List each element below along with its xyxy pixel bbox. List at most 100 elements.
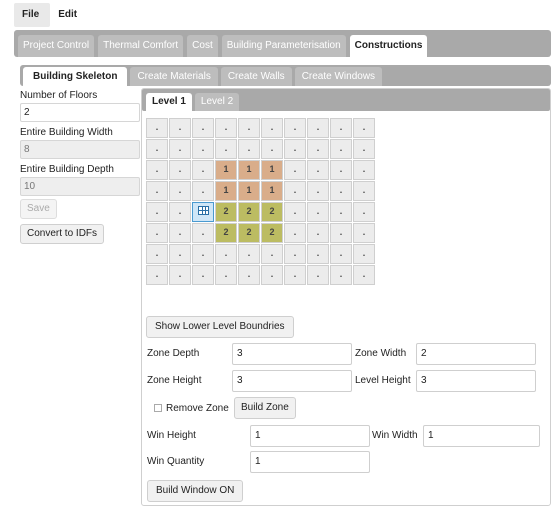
grid-cell-empty[interactable]: .	[192, 244, 214, 264]
zone-width-input[interactable]: 2	[416, 343, 536, 365]
grid-cell-empty[interactable]: .	[215, 265, 237, 285]
grid-cell-empty[interactable]: .	[353, 223, 375, 243]
grid-cell-zone-1[interactable]: 1	[238, 160, 260, 180]
grid-cell-zone-2[interactable]: 2	[261, 202, 283, 222]
grid-cell-empty[interactable]: .	[284, 265, 306, 285]
grid-cell-empty[interactable]: .	[238, 265, 260, 285]
grid-cell-empty[interactable]: .	[192, 181, 214, 201]
grid-cell-empty[interactable]: .	[330, 181, 352, 201]
grid-cell-empty[interactable]: .	[330, 244, 352, 264]
tab-project-control[interactable]: Project Control	[18, 35, 95, 57]
menu-edit[interactable]: Edit	[50, 3, 88, 27]
tab-level-1[interactable]: Level 1	[146, 93, 192, 111]
grid-cell-zone-2[interactable]: 2	[215, 202, 237, 222]
zone-height-input[interactable]: 3	[232, 370, 352, 392]
grid-cell-empty[interactable]: .	[284, 139, 306, 159]
menu-file[interactable]: File	[14, 3, 51, 27]
grid-cell-zone-1[interactable]: 1	[215, 160, 237, 180]
grid-cell-empty[interactable]: .	[215, 244, 237, 264]
grid-cell-empty[interactable]: .	[146, 181, 168, 201]
grid-cell-zone-1[interactable]: 1	[261, 181, 283, 201]
tab-create-materials[interactable]: Create Materials	[130, 67, 218, 86]
show-lower-level-button[interactable]: Show Lower Level Boundries	[146, 316, 294, 338]
grid-cell-empty[interactable]: .	[169, 160, 191, 180]
grid-cell-empty[interactable]: .	[307, 244, 329, 264]
grid-cell-empty[interactable]: .	[330, 223, 352, 243]
grid-cell-zone-2[interactable]: 2	[261, 223, 283, 243]
grid-cell-empty[interactable]: .	[215, 118, 237, 138]
grid-cell-empty[interactable]: .	[169, 118, 191, 138]
grid-cell-empty[interactable]: .	[192, 223, 214, 243]
win-width-input[interactable]: 1	[423, 425, 540, 447]
grid-cell-empty[interactable]: .	[307, 265, 329, 285]
grid-cell-empty[interactable]: .	[261, 244, 283, 264]
build-window-button[interactable]: Build Window ON	[147, 480, 244, 502]
level-height-input[interactable]: 3	[416, 370, 536, 392]
grid-cell-empty[interactable]: .	[284, 202, 306, 222]
tab-create-walls[interactable]: Create Walls	[220, 67, 292, 86]
grid-cell-empty[interactable]: .	[238, 118, 260, 138]
tab-thermal-comfort[interactable]: Thermal Comfort	[98, 35, 184, 57]
tab-cost[interactable]: Cost	[187, 35, 218, 57]
build-zone-button[interactable]: Build Zone	[234, 397, 296, 419]
grid-cell-empty[interactable]: .	[146, 118, 168, 138]
grid-cell-empty[interactable]: .	[169, 265, 191, 285]
grid-cell-empty[interactable]: .	[307, 223, 329, 243]
grid-cell-empty[interactable]: .	[284, 181, 306, 201]
grid-cell-empty[interactable]: .	[215, 139, 237, 159]
grid-cell-empty[interactable]: .	[261, 265, 283, 285]
grid-cell-empty[interactable]: .	[238, 139, 260, 159]
grid-cell-empty[interactable]: .	[330, 118, 352, 138]
building-depth-field[interactable]: 10	[20, 177, 140, 196]
tab-constructions[interactable]: Constructions	[349, 35, 428, 57]
grid-cell-empty[interactable]: .	[353, 244, 375, 264]
grid-cell-empty[interactable]: .	[284, 160, 306, 180]
zone-depth-input[interactable]: 3	[232, 343, 352, 365]
floors-field[interactable]: 2	[20, 103, 140, 122]
grid-cell-empty[interactable]: .	[307, 139, 329, 159]
grid-cell-empty[interactable]: .	[353, 118, 375, 138]
grid-cell-empty[interactable]: .	[284, 118, 306, 138]
convert-to-idfs-button[interactable]: Convert to IDFs	[20, 224, 105, 244]
grid-cell-empty[interactable]: .	[261, 118, 283, 138]
grid-cell-empty[interactable]: .	[353, 202, 375, 222]
grid-cell-zone-2[interactable]: 2	[238, 202, 260, 222]
grid-cell-empty[interactable]: .	[307, 181, 329, 201]
grid-cell-empty[interactable]: .	[353, 265, 375, 285]
grid-cell-zone-2[interactable]: 2	[215, 223, 237, 243]
grid-cell-empty[interactable]: .	[307, 202, 329, 222]
grid-cell-empty[interactable]: .	[353, 139, 375, 159]
grid-cell-empty[interactable]: .	[261, 139, 283, 159]
grid-cell-empty[interactable]: .	[307, 160, 329, 180]
grid-cell-empty[interactable]: .	[146, 244, 168, 264]
tab-level-2[interactable]: Level 2	[194, 93, 240, 111]
tab-building-skeleton[interactable]: Building Skeleton	[23, 67, 128, 86]
grid-cell-empty[interactable]: .	[146, 202, 168, 222]
grid-cell-empty[interactable]: .	[146, 139, 168, 159]
grid-cell-empty[interactable]: .	[169, 202, 191, 222]
grid-cell-zone-1[interactable]: 1	[215, 181, 237, 201]
grid-cell-empty[interactable]: .	[169, 223, 191, 243]
grid-cell-empty[interactable]: .	[284, 223, 306, 243]
win-height-input[interactable]: 1	[250, 425, 370, 447]
grid-cell-empty[interactable]: .	[146, 223, 168, 243]
grid-cell-zone-1[interactable]: 1	[238, 181, 260, 201]
grid-cell-empty[interactable]: .	[146, 160, 168, 180]
grid-cell-empty[interactable]: .	[169, 181, 191, 201]
grid-cell-selected[interactable]	[192, 202, 214, 222]
grid-cell-zone-2[interactable]: 2	[238, 223, 260, 243]
grid-cell-empty[interactable]: .	[330, 160, 352, 180]
grid-cell-empty[interactable]: .	[330, 139, 352, 159]
tab-building-parameterisation[interactable]: Building Parameterisation	[221, 35, 346, 57]
grid-cell-empty[interactable]: .	[146, 265, 168, 285]
grid-cell-empty[interactable]: .	[192, 160, 214, 180]
building-width-field[interactable]: 8	[20, 140, 140, 159]
grid-cell-empty[interactable]: .	[330, 202, 352, 222]
tab-create-windows[interactable]: Create Windows	[294, 67, 383, 86]
grid-cell-empty[interactable]: .	[353, 160, 375, 180]
grid-cell-empty[interactable]: .	[238, 244, 260, 264]
grid-cell-empty[interactable]: .	[192, 139, 214, 159]
grid-cell-empty[interactable]: .	[330, 265, 352, 285]
remove-zone-checkbox[interactable]: Remove Zone	[154, 403, 229, 414]
grid-cell-empty[interactable]: .	[169, 139, 191, 159]
